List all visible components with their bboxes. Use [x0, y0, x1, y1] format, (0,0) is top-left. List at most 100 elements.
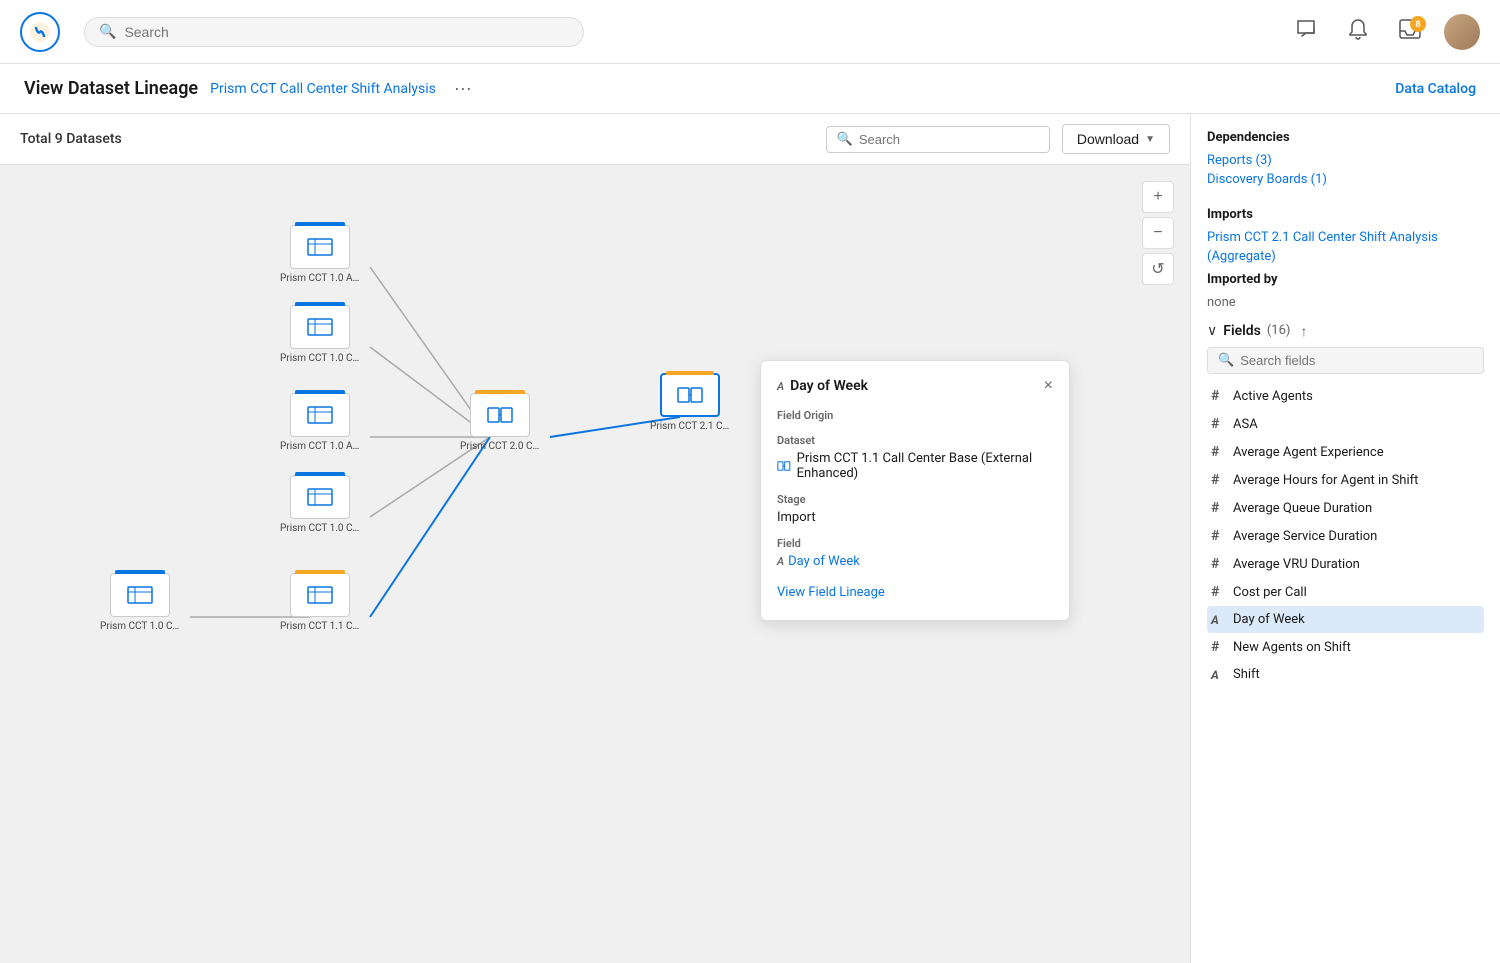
- zoom-in-button[interactable]: +: [1142, 181, 1174, 213]
- dataset-node-6[interactable]: Prism CCT 1.0 Call Center Survey: [280, 475, 360, 534]
- bell-icon: [1348, 18, 1368, 45]
- field-item-1[interactable]: # ASA: [1207, 410, 1484, 438]
- node-box-1: [290, 225, 350, 269]
- field-label-3: Average Hours for Agent in Shift: [1233, 473, 1418, 488]
- stage-section: Stage Import: [777, 493, 1053, 525]
- field-label-0: Active Agents: [1233, 389, 1313, 404]
- popup-title-row: A Day of Week: [777, 378, 868, 394]
- data-catalog-link[interactable]: Data Catalog: [1395, 81, 1476, 97]
- field-value-link[interactable]: Day of Week: [788, 554, 860, 569]
- dataset-node-2[interactable]: Prism CCT 1.0 Call Center Agents: [280, 305, 360, 364]
- search-input[interactable]: [124, 24, 569, 40]
- field-origin-label: Field Origin: [777, 409, 1053, 422]
- graph-canvas[interactable]: Prism CCT 1.0 Agent Tenure (WD) Prism CC…: [0, 165, 1190, 963]
- field-label-9: New Agents on Shift: [1233, 640, 1351, 655]
- field-type-icon: A: [777, 555, 784, 568]
- field-section: Field A Day of Week: [777, 537, 1053, 569]
- field-type-icon-3: #: [1211, 472, 1225, 488]
- field-item-10[interactable]: AShift: [1207, 661, 1484, 688]
- dataset-value: Prism CCT 1.1 Call Center Base (External…: [797, 451, 1053, 481]
- main-content: Total 9 Datasets 🔍 Download ▼: [0, 114, 1500, 963]
- popup-type-icon: A: [777, 380, 784, 393]
- import-link[interactable]: Prism CCT 2.1 Call Center Shift Analysis…: [1207, 230, 1438, 264]
- zoom-in-icon: +: [1153, 188, 1162, 206]
- field-label-6: Average VRU Duration: [1233, 557, 1360, 572]
- stage-value: Import: [777, 510, 1053, 525]
- fields-search[interactable]: 🔍: [1207, 347, 1484, 374]
- node-label-8: Prism CCT 1.1 Call Center Base (: [280, 621, 360, 632]
- field-item-6[interactable]: #Average VRU Duration: [1207, 550, 1484, 578]
- node-label-5: Prism CCT 2.1 Call Ce: [650, 421, 730, 432]
- breadcrumb-link[interactable]: Prism CCT Call Center Shift Analysis: [210, 81, 436, 97]
- workday-logo[interactable]: [20, 12, 60, 52]
- canvas-search-icon: 🔍: [837, 132, 853, 147]
- field-type-icon-1: #: [1211, 416, 1225, 432]
- node-label-7: Prism CCT 1.0 Call Center Base (: [100, 621, 180, 632]
- avatar-image: [1444, 14, 1480, 50]
- notifications-button[interactable]: [1340, 14, 1376, 50]
- field-type-icon-9: #: [1211, 639, 1225, 655]
- download-button[interactable]: Download ▼: [1062, 124, 1170, 154]
- reports-link[interactable]: Reports (3): [1207, 153, 1484, 168]
- field-item-7[interactable]: #Cost per Call: [1207, 578, 1484, 606]
- fields-title: Fields: [1223, 323, 1261, 339]
- dataset-icon: [777, 459, 791, 473]
- node-box-8: [290, 573, 350, 617]
- discovery-boards-link[interactable]: Discovery Boards (1): [1207, 172, 1484, 187]
- imported-by-section: Imported by none: [1207, 264, 1484, 310]
- field-label: Field: [777, 537, 1053, 550]
- more-options-button[interactable]: ···: [448, 76, 478, 101]
- canvas-search-input[interactable]: [859, 132, 1039, 147]
- download-label: Download: [1077, 131, 1139, 147]
- field-item-8[interactable]: ADay of Week: [1207, 606, 1484, 633]
- field-label-2: Average Agent Experience: [1233, 445, 1384, 460]
- refresh-button[interactable]: ↺: [1142, 253, 1174, 285]
- node-label-6: Prism CCT 1.0 Call Center Survey: [280, 523, 360, 534]
- field-label-10: Shift: [1233, 667, 1260, 682]
- field-type-icon-4: #: [1211, 500, 1225, 516]
- right-panel: Dependencies Reports (3) Discovery Board…: [1190, 114, 1500, 963]
- dataset-row: Prism CCT 1.1 Call Center Base (External…: [777, 451, 1053, 481]
- field-item-2[interactable]: #Average Agent Experience: [1207, 438, 1484, 466]
- fields-toggle-button[interactable]: ∨: [1207, 322, 1217, 339]
- field-item-3[interactable]: # Average Hours for Agent in Shift: [1207, 466, 1484, 494]
- fields-search-icon: 🔍: [1218, 353, 1234, 368]
- chat-button[interactable]: [1288, 14, 1324, 50]
- dataset-node-1[interactable]: Prism CCT 1.0 Agent Tenure (WD): [280, 225, 360, 284]
- canvas-search[interactable]: 🔍: [826, 126, 1050, 153]
- user-avatar[interactable]: [1444, 14, 1480, 50]
- dataset-node-7[interactable]: Prism CCT 1.0 Call Center Base (: [100, 573, 180, 632]
- field-label-1: ASA: [1233, 417, 1258, 432]
- field-item-0[interactable]: #Active Agents: [1207, 382, 1484, 410]
- zoom-controls: + − ↺: [1142, 181, 1174, 285]
- dependencies-section: Dependencies Reports (3) Discovery Board…: [1207, 130, 1484, 191]
- page-title: View Dataset Lineage: [24, 78, 198, 99]
- field-origin-section: Field Origin: [777, 409, 1053, 422]
- node-label-3: Prism CCT 1.0 Agent Mapping Ba: [280, 441, 360, 452]
- global-search-bar[interactable]: 🔍: [84, 17, 584, 47]
- field-item-5[interactable]: #Average Service Duration: [1207, 522, 1484, 550]
- inbox-button[interactable]: 8: [1392, 14, 1428, 50]
- field-type-icon-5: #: [1211, 528, 1225, 544]
- nav-icons: 8: [1288, 14, 1480, 50]
- dataset-node-5[interactable]: Prism CCT 2.1 Call Ce: [650, 373, 730, 432]
- refresh-icon: ↺: [1151, 259, 1164, 279]
- fields-sort-button[interactable]: ↑: [1300, 323, 1307, 339]
- field-item-9[interactable]: # New Agents on Shift: [1207, 633, 1484, 661]
- stage-label: Stage: [777, 493, 1053, 506]
- zoom-out-button[interactable]: −: [1142, 217, 1174, 249]
- dataset-label: Dataset: [777, 434, 1053, 447]
- node-label-2: Prism CCT 1.0 Call Center Agents: [280, 353, 360, 364]
- logo-area: [20, 12, 60, 52]
- node-box-6: [290, 475, 350, 519]
- fields-list: #Active Agents#ASA#Average Agent Experie…: [1207, 382, 1484, 688]
- dataset-node-4[interactable]: Prism CCT 2.0 Call Center (Blend): [460, 393, 540, 452]
- fields-search-input[interactable]: [1240, 353, 1473, 368]
- dataset-node-3[interactable]: Prism CCT 1.0 Agent Mapping Ba: [280, 393, 360, 452]
- field-popup: A Day of Week × Field Origin Dataset: [760, 360, 1070, 621]
- popup-close-button[interactable]: ×: [1044, 377, 1053, 395]
- dataset-node-8[interactable]: Prism CCT 1.1 Call Center Base (: [280, 573, 360, 632]
- field-item-4[interactable]: #Average Queue Duration: [1207, 494, 1484, 522]
- field-label-8: Day of Week: [1233, 612, 1305, 627]
- view-field-lineage-button[interactable]: View Field Lineage: [777, 581, 1053, 604]
